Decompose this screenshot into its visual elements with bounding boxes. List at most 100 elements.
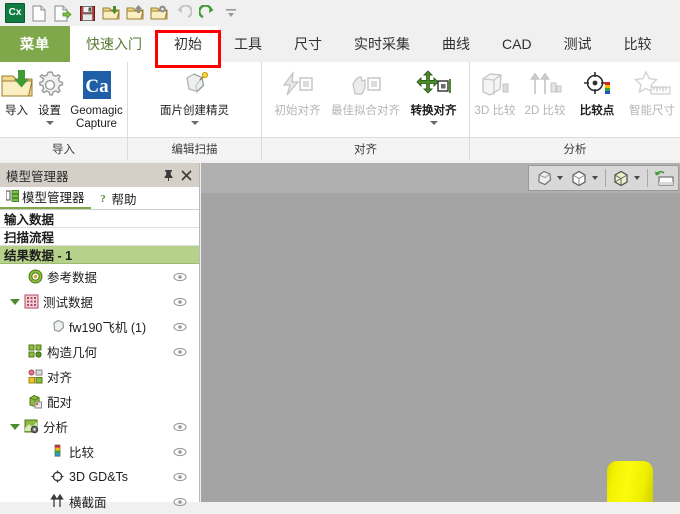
flip-view-icon: [651, 167, 675, 189]
chevron-down-icon[interactable]: [190, 121, 199, 125]
ribbon-button-transform-align-label: 转换对齐: [410, 105, 457, 117]
save-icon[interactable]: [75, 2, 99, 24]
app-logo: Cx: [3, 2, 27, 24]
analysis-icon: [22, 419, 40, 434]
best-fit-align-icon: [348, 66, 384, 104]
ribbon-button-mesh-wizard-label: 面片创建精灵: [160, 105, 229, 117]
redo-icon[interactable]: [195, 2, 219, 24]
tab-initial[interactable]: 初始: [158, 26, 218, 62]
twisty-open-icon[interactable]: [8, 423, 22, 430]
panel-title-bar: 模型管理器: [0, 163, 199, 187]
tree-item-fw190[interactable]: fw190飞机 (1): [0, 314, 199, 339]
tree-item-reference-data[interactable]: 参考数据: [0, 264, 199, 289]
section-input-data[interactable]: 输入数据: [0, 210, 199, 228]
shaded-mesh-icon: [532, 167, 556, 189]
tab-curve[interactable]: 曲线: [426, 26, 486, 62]
transform-align-icon: [415, 66, 452, 104]
visibility-eye-icon[interactable]: [172, 472, 188, 482]
viewport-3d-canvas[interactable]: [201, 193, 680, 502]
import-folder-icon: [0, 66, 34, 104]
visibility-eye-icon[interactable]: [172, 272, 188, 282]
tab-dimension[interactable]: 尺寸: [278, 26, 338, 62]
ribbon-button-smart-dimension[interactable]: 智能尺寸: [624, 66, 680, 138]
new-from-template-icon[interactable]: [51, 2, 75, 24]
visibility-eye-icon[interactable]: [172, 322, 188, 332]
geomagic-capture-icon: Ca: [81, 66, 113, 104]
tab-live-capture[interactable]: 实时采集: [338, 26, 426, 62]
mesh-wizard-icon: [177, 66, 213, 104]
initial-align-icon: [280, 66, 316, 104]
ribbon-group-label-analysis: 分析: [563, 144, 587, 156]
panel-tab-model-manager[interactable]: 模型管理器: [0, 185, 91, 209]
ribbon-group-analysis: 3D 比较 2D 比较 比较点 智能尺寸: [470, 62, 680, 137]
ribbon-button-transform-align[interactable]: 转换对齐: [403, 66, 465, 138]
twisty-open-icon[interactable]: [8, 298, 22, 305]
ribbon-group-label-import: 导入: [0, 138, 128, 160]
tree-item-test-data[interactable]: 测试数据: [0, 289, 199, 314]
ribbon-group-align: 初始对齐 最佳拟合对齐 转换对齐: [262, 62, 470, 137]
ribbon-button-best-fit-align[interactable]: 最佳拟合对齐: [329, 66, 403, 138]
visibility-eye-icon[interactable]: [172, 447, 188, 457]
viewport-button-transparent-box[interactable]: [609, 167, 644, 189]
ribbon-button-compare-2d[interactable]: 2D 比较: [520, 66, 570, 138]
viewport[interactable]: [201, 163, 680, 502]
viewport-button-flip-view[interactable]: [651, 167, 675, 189]
section-scan-flow[interactable]: 扫描流程: [0, 228, 199, 246]
open-folder-download-icon[interactable]: [99, 2, 123, 24]
tree-item-construction-geometry[interactable]: 构造几何: [0, 339, 199, 364]
open-folder-settings-icon[interactable]: [147, 2, 171, 24]
chevron-down-icon[interactable]: [429, 121, 438, 125]
ribbon-button-mesh-wizard[interactable]: 面片创建精灵: [149, 66, 241, 138]
ribbon-button-geomagic-capture-label: Geomagic Capture: [70, 105, 123, 130]
section-result-data[interactable]: 结果数据 - 1: [0, 246, 199, 264]
chevron-down-icon[interactable]: [45, 121, 54, 125]
ribbon-button-settings-label: 设置: [38, 105, 61, 117]
panel-tab-help[interactable]: ? 帮助: [91, 187, 143, 209]
ribbon-button-settings[interactable]: 设置: [34, 66, 66, 138]
chevron-down-icon[interactable]: [557, 176, 563, 180]
viewport-button-shaded-solid[interactable]: [567, 167, 602, 189]
tab-tools[interactable]: 工具: [218, 26, 278, 62]
tree-item-alignment[interactable]: 对齐: [0, 364, 199, 389]
tab-cad[interactable]: CAD: [486, 26, 548, 62]
tab-test[interactable]: 测试: [548, 26, 608, 62]
visibility-eye-icon[interactable]: [172, 422, 188, 432]
tree-item-pairing[interactable]: 配对: [0, 389, 199, 414]
app-logo-text: Cx: [8, 7, 22, 18]
undo-icon[interactable]: [171, 2, 195, 24]
pairing-icon: [26, 394, 44, 409]
open-folder-upload-icon[interactable]: [123, 2, 147, 24]
tree-item-3d-gdt[interactable]: 3D GD&Ts: [0, 464, 199, 489]
ribbon-button-import-label: 导入: [5, 105, 28, 117]
chevron-down-icon[interactable]: [592, 176, 598, 180]
visibility-eye-icon[interactable]: [172, 297, 188, 307]
tab-quick-start[interactable]: 快速入门: [70, 26, 158, 62]
ribbon-button-import[interactable]: 导入: [0, 66, 34, 138]
tree-item-label: 测试数据: [43, 296, 94, 310]
yellow-cylinder-model[interactable]: [607, 461, 653, 502]
ribbon-button-initial-align[interactable]: 初始对齐: [267, 66, 329, 138]
visibility-eye-icon[interactable]: [172, 347, 188, 357]
close-icon[interactable]: [177, 166, 195, 184]
ribbon-button-compare-3d[interactable]: 3D 比较: [470, 66, 520, 138]
tree-item-analysis[interactable]: 分析: [0, 414, 199, 439]
shaded-solid-icon: [567, 167, 591, 189]
toolbar-separator: [647, 169, 648, 187]
panel-tab-bar: 模型管理器 ? 帮助: [0, 187, 199, 210]
new-document-icon[interactable]: [27, 2, 51, 24]
ribbon-button-compare-point[interactable]: 比较点: [570, 66, 624, 138]
ribbon-button-smart-dimension-label: 智能尺寸: [629, 105, 676, 117]
compare-3d-icon: [477, 66, 513, 104]
ribbon-button-geomagic-capture[interactable]: Ca Geomagic Capture: [66, 66, 128, 138]
viewport-button-shaded-mesh[interactable]: [532, 167, 567, 189]
tab-compare[interactable]: 比较: [608, 26, 668, 62]
compare-2d-icon: [527, 66, 563, 104]
toolbar-separator: [605, 169, 606, 187]
tree-item-label: fw190飞机 (1): [69, 321, 147, 335]
tab-menu[interactable]: 菜单: [0, 26, 70, 62]
pin-icon[interactable]: [159, 166, 177, 184]
ribbon-group-import: 导入 设置 Ca Geomagic Capture: [0, 62, 128, 137]
tree-item-compare[interactable]: 比较: [0, 439, 199, 464]
chevron-down-icon[interactable]: [634, 176, 640, 180]
customize-toolbar-icon[interactable]: [219, 2, 243, 24]
